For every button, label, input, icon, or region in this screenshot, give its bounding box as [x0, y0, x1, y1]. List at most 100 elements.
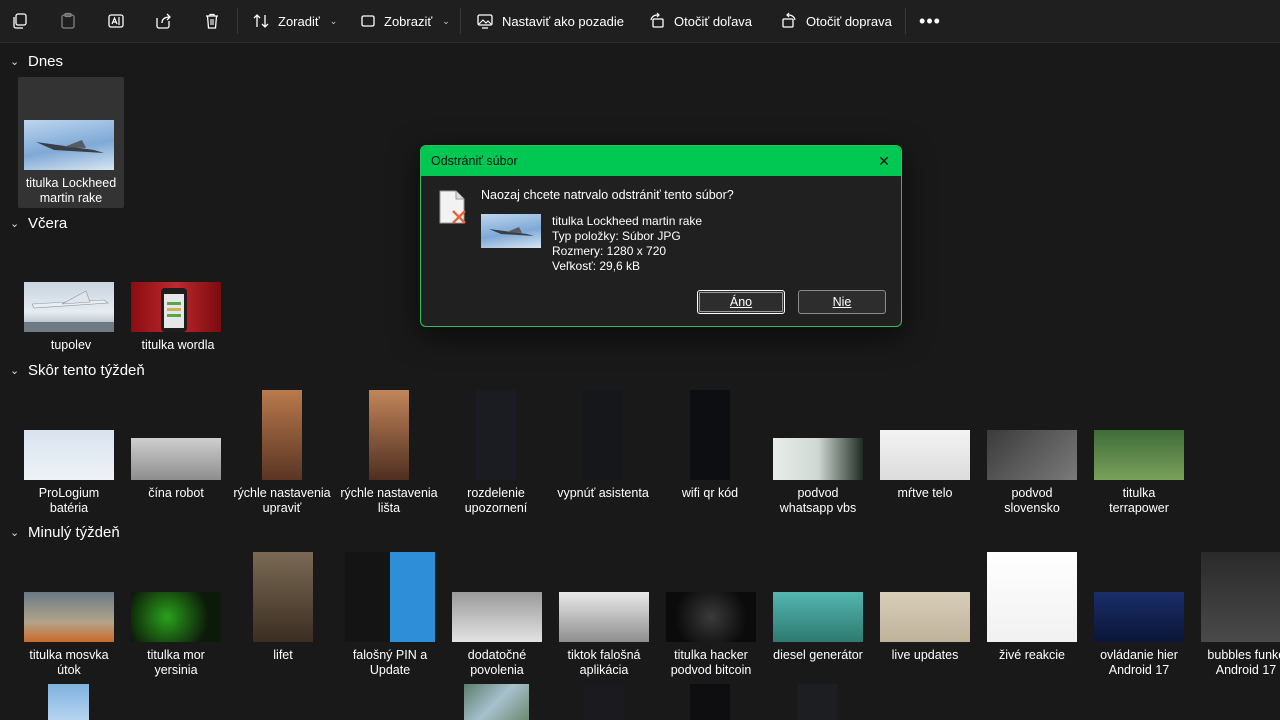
- list-item[interactable]: ovládanie hier Android 17: [1086, 552, 1192, 677]
- thumbnail: [690, 684, 730, 720]
- list-item[interactable]: falošný PIN a Update: [337, 552, 443, 677]
- close-button[interactable]: ✕: [875, 152, 893, 170]
- item-caption: tupolev: [50, 338, 92, 352]
- thumbnail: [583, 390, 623, 480]
- sort-label: Zoradiť: [278, 13, 320, 29]
- list-item[interactable]: podvod whatsapp vbs: [765, 390, 871, 515]
- list-item[interactable]: titulka mor yersinia: [123, 552, 229, 677]
- list-item[interactable]: titulka mosvka útok: [16, 552, 122, 677]
- yes-button[interactable]: Áno: [697, 290, 785, 314]
- item-caption: podvod whatsapp vbs: [779, 486, 857, 515]
- rename-button[interactable]: [104, 6, 128, 36]
- group-header-last-week[interactable]: ⌄ Minulý týždeň: [10, 524, 120, 541]
- rotate-left-label: Otočiť doľava: [674, 13, 753, 29]
- thumbnail: [690, 390, 730, 480]
- list-item[interactable]: titulka terrapower: [1086, 390, 1192, 515]
- thumbnail: [345, 552, 435, 642]
- delete-file-icon: [437, 189, 471, 230]
- list-item[interactable]: mŕtve telo: [872, 390, 978, 515]
- copy-button[interactable]: [8, 6, 32, 36]
- item-caption: rozdelenie upozornení: [464, 486, 528, 515]
- delete-button[interactable]: [200, 6, 224, 36]
- view-label: Zobraziť: [384, 13, 433, 29]
- thumbnail: [24, 120, 114, 170]
- list-item[interactable]: titulka hacker podvod bitcoin: [658, 552, 764, 677]
- rotate-left-button[interactable]: Otočiť doľava: [648, 6, 752, 36]
- sort-button[interactable]: Zoradiť ⌄: [252, 6, 337, 36]
- delete-file-dialog: Odstrániť súbor ✕ Naozaj chcete natrvalo…: [420, 145, 902, 327]
- thumbnail: [584, 684, 624, 720]
- list-item[interactable]: ProLogium batéria: [16, 390, 122, 515]
- rotate-right-label: Otočiť doprava: [806, 13, 892, 29]
- list-item[interactable]: rýchle nastavenia lišta: [336, 390, 442, 515]
- list-item[interactable]: rozdelenie upozornení: [443, 390, 549, 515]
- item-caption: mŕtve telo: [897, 486, 953, 500]
- item-caption: live updates: [891, 648, 959, 662]
- item-caption: titulka wordla: [141, 338, 215, 352]
- rename-icon: [108, 14, 124, 28]
- list-item[interactable]: čína robot: [123, 390, 229, 515]
- item-caption: dodatočné povolenia: [467, 648, 527, 677]
- set-background-button[interactable]: Nastaviť ako pozadie: [476, 6, 624, 36]
- thumbnail: [24, 430, 114, 480]
- file-size: Veľkosť: 29,6 kB: [552, 259, 641, 273]
- file-info: titulka Lockheed martin rake Typ položky…: [552, 214, 702, 274]
- list-item[interactable]: titulka wordla: [125, 282, 231, 354]
- item-caption: titulka Lockheed martin rake: [25, 176, 117, 205]
- no-label: Nie: [832, 295, 852, 309]
- list-item[interactable]: rýchle nastavenia upraviť: [229, 390, 335, 515]
- file-type: Typ položky: Súbor JPG: [552, 229, 681, 243]
- thumbnail: [1094, 430, 1184, 480]
- list-item[interactable]: vypnúť asistenta: [550, 390, 656, 515]
- list-item[interactable]: bubbles funkc Android 17: [1193, 552, 1280, 677]
- thumbnail: [666, 592, 756, 642]
- list-item[interactable]: dodatočné povolenia: [444, 552, 550, 677]
- list-item[interactable]: titulka Lockheed martin rake: [18, 77, 124, 208]
- item-caption: diesel generátor: [773, 648, 863, 662]
- delete-icon: [206, 13, 218, 29]
- wallpaper-icon: [477, 14, 493, 29]
- chevron-down-icon: ⌄: [10, 527, 20, 539]
- list-item[interactable]: tupolev: [18, 282, 124, 354]
- thumbnail: [131, 592, 221, 642]
- thumbnail: [880, 430, 970, 480]
- item-caption: falošný PIN a Update: [352, 648, 428, 677]
- item-caption: rýchle nastavenia upraviť: [233, 486, 331, 515]
- group-header-yesterday[interactable]: ⌄ Včera: [10, 215, 67, 232]
- rotate-right-icon: [782, 12, 796, 28]
- thumbnail: [262, 390, 302, 480]
- thumbnail: [773, 438, 863, 480]
- chevron-down-icon: ⌄: [10, 56, 20, 68]
- thumbnail: [253, 552, 313, 642]
- thumbnail: [131, 438, 221, 480]
- group-header-earlier-this-week[interactable]: ⌄ Skôr tento týždeň: [10, 362, 145, 379]
- item-caption: rýchle nastavenia lišta: [340, 486, 438, 515]
- rotate-left-icon: [650, 12, 664, 28]
- paste-button[interactable]: [56, 6, 80, 36]
- rotate-right-button[interactable]: Otočiť doprava: [780, 6, 892, 36]
- thumbnail: [24, 282, 114, 332]
- view-icon: [361, 15, 375, 27]
- view-button[interactable]: Zobraziť ⌄: [360, 6, 450, 36]
- share-button[interactable]: [152, 6, 176, 36]
- list-item[interactable]: tiktok falošná aplikácia: [551, 552, 657, 677]
- more-button[interactable]: •••: [918, 6, 942, 36]
- thumbnail: [987, 430, 1077, 480]
- list-item[interactable]: diesel generátor: [765, 552, 871, 677]
- list-item[interactable]: live updates: [872, 552, 978, 677]
- list-item[interactable]: podvod slovensko: [979, 390, 1085, 515]
- item-caption: vypnúť asistenta: [557, 486, 649, 500]
- list-item[interactable]: živé reakcie: [979, 552, 1085, 677]
- close-icon: ✕: [878, 152, 890, 169]
- command-bar: Zoradiť ⌄ Zobraziť ⌄ Nastaviť ako pozadi…: [0, 0, 1280, 43]
- list-item[interactable]: wifi qr kód: [657, 390, 763, 515]
- item-caption: bubbles funkc Android 17: [1207, 648, 1280, 677]
- toolbar-separator: [237, 8, 238, 34]
- toolbar-separator: [460, 8, 461, 34]
- copy-icon: [13, 13, 27, 29]
- thumbnail: [464, 684, 529, 720]
- group-header-today[interactable]: ⌄ Dnes: [10, 53, 63, 70]
- no-button[interactable]: Nie: [798, 290, 886, 314]
- share-icon: [156, 13, 171, 29]
- list-item[interactable]: lifet: [230, 552, 336, 677]
